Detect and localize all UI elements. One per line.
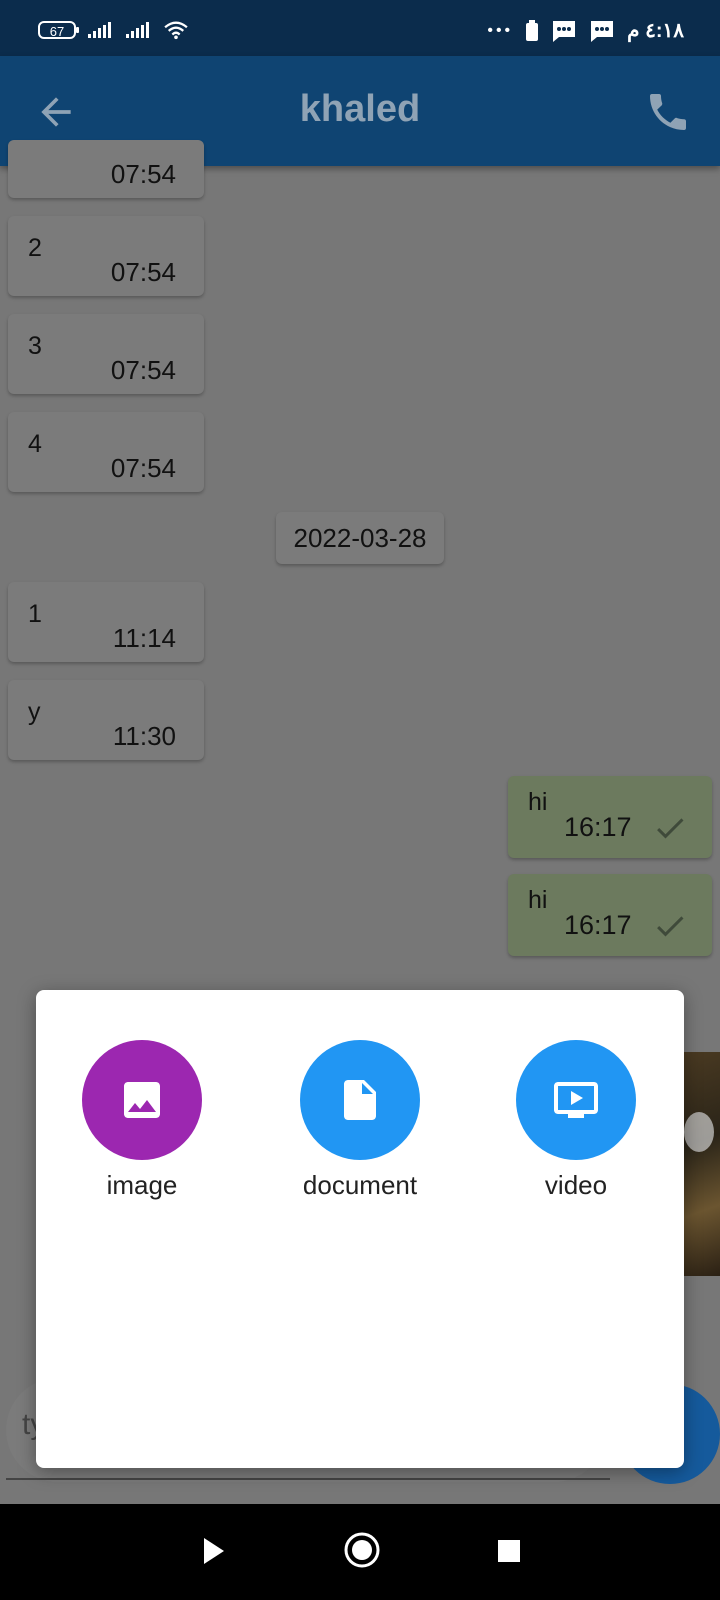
message-text: hi	[528, 886, 548, 914]
image-option-label: image	[106, 1170, 178, 1200]
document-option-circle[interactable]	[300, 1040, 420, 1160]
attachment-dialog: image document video	[36, 990, 684, 1468]
outgoing-message-bubble[interactable]: hi 16:17	[508, 776, 712, 858]
message-bubble[interactable]: 2 07:54	[8, 216, 204, 296]
date-separator: 2022-03-28	[276, 512, 444, 564]
system-nav-bar	[0, 1504, 720, 1600]
recents-square-icon[interactable]	[496, 1538, 522, 1564]
signal-icon	[88, 22, 111, 38]
image-icon	[124, 1082, 160, 1118]
input-underline	[6, 1478, 610, 1480]
check-icon	[657, 916, 684, 937]
message-text: 4	[28, 430, 42, 458]
video-option-label: video	[544, 1170, 608, 1200]
message-text: hi	[528, 788, 548, 816]
phone-icon[interactable]	[644, 88, 692, 136]
video-icon	[554, 1082, 598, 1118]
message-time: 11:14	[112, 623, 176, 653]
message-time: 11:30	[112, 721, 176, 751]
status-left: 67	[38, 20, 190, 40]
battery-indicator: 67	[38, 21, 79, 39]
message-time: 07:54	[110, 159, 176, 189]
message-text: 3	[28, 332, 42, 360]
play-back-icon[interactable]	[200, 1534, 228, 1568]
chat-title: khaled	[299, 88, 421, 130]
status-time: ٤:١٨ م	[627, 20, 684, 42]
status-bar: 67 ••• ٤:١٨ م	[0, 0, 720, 56]
status-right: ••• ٤:١٨ م	[487, 18, 684, 43]
image-option-circle[interactable]	[82, 1040, 202, 1160]
battery-icon	[526, 19, 539, 41]
message-bubble[interactable]: 1 11:14	[8, 582, 204, 662]
check-icon	[657, 818, 684, 839]
video-option-circle[interactable]	[516, 1040, 636, 1160]
message-bubble[interactable]: 4 07:54	[8, 412, 204, 492]
signal-icon	[126, 22, 149, 38]
message-time: 07:54	[110, 355, 176, 385]
outgoing-message-bubble[interactable]: hi 16:17	[508, 874, 712, 956]
message-text: 1	[28, 600, 42, 628]
wifi-icon	[164, 21, 188, 40]
more-notifications-dots: •••	[487, 21, 514, 39]
message-text: y	[28, 698, 41, 726]
image-message-thumbnail[interactable]	[684, 1052, 720, 1276]
message-time: 16:17	[564, 910, 632, 940]
document-icon	[344, 1080, 376, 1120]
message-bubble[interactable]: y 11:30	[8, 680, 204, 760]
message-time: 07:54	[110, 453, 176, 483]
message-time: 16:17	[564, 812, 632, 842]
message-bubble[interactable]: 3 07:54	[8, 314, 204, 394]
message-bubble[interactable]: 07:54	[8, 140, 204, 198]
home-circle-icon[interactable]	[342, 1530, 382, 1570]
message-time: 07:54	[110, 257, 176, 287]
attach-video-option[interactable]: video	[496, 1040, 656, 1201]
attach-image-option[interactable]: image	[62, 1040, 222, 1201]
attach-document-option[interactable]: document	[280, 1040, 440, 1201]
message-text: 2	[28, 234, 42, 262]
document-option-label: document	[302, 1170, 418, 1200]
message-icon	[591, 20, 614, 42]
message-icon	[553, 20, 576, 42]
